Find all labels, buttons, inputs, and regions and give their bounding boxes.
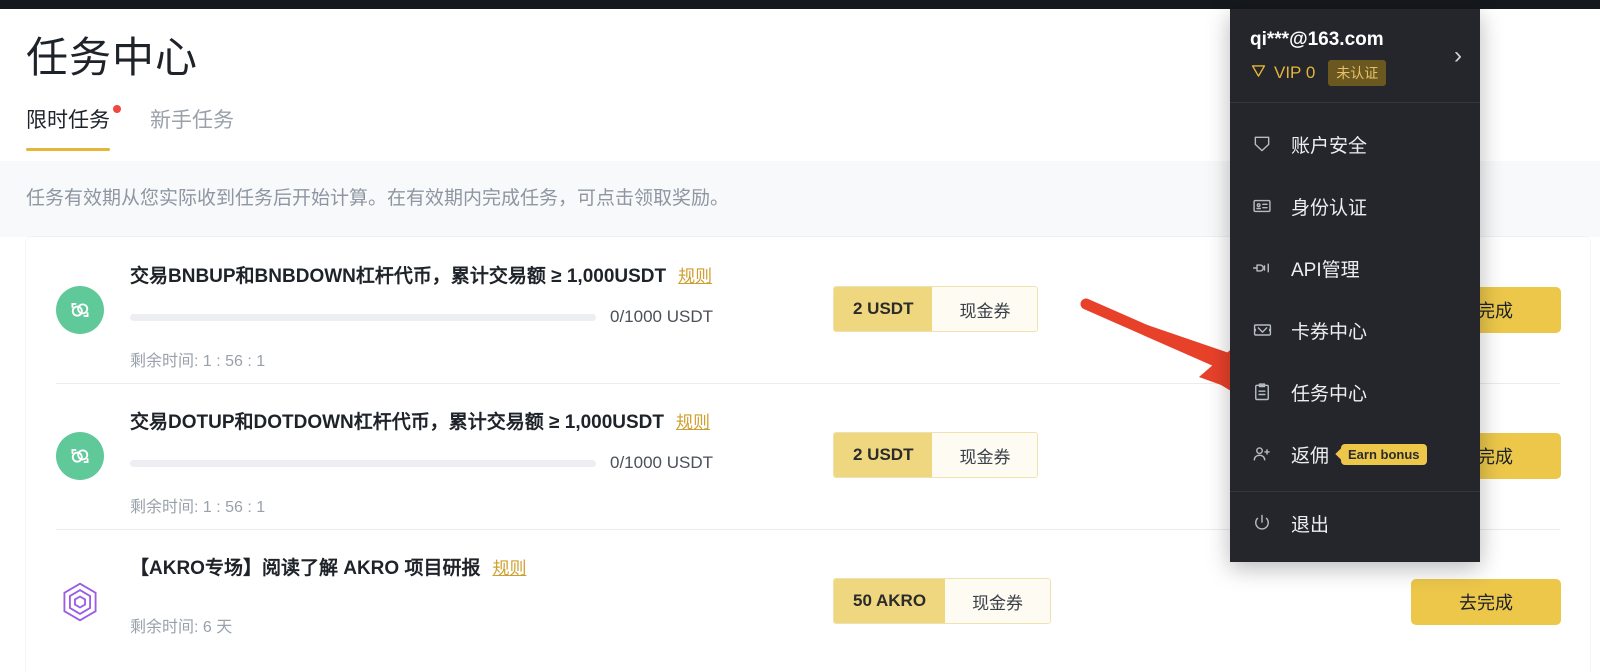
progress-track [130,313,596,321]
task-rule-link[interactable]: 规则 [678,267,712,286]
tab-new-badge-dot [113,105,121,113]
chevron-right-icon: › [1454,41,1462,69]
task-progress: 0/1000 USDT [130,307,713,327]
task-title: 交易BNBUP和BNBDOWN杠杆代币，累计交易额 ≥ 1,000USDT 规则 [130,264,712,290]
page-title: 任务中心 [26,34,199,81]
top-navbar-strip [0,0,1600,9]
menu-item-referral[interactable]: 返佣 Earn bonus [1230,423,1480,485]
menu-item-label: 返佣 [1291,445,1330,467]
task-title: 交易DOTUP和DOTDOWN杠杆代币，累计交易额 ≥ 1,000USDT 规则 [130,410,710,436]
tab-beginner-tasks[interactable]: 新手任务 [150,107,234,151]
task-action-button[interactable]: 去完成 [1411,579,1561,625]
task-remaining-time: 剩余时间: 1 : 56 : 1 [130,499,266,516]
account-menu-list: 账户安全 身份认证 API管理 卡券中心 任务中心 返佣 Earn bonus … [1230,103,1480,562]
menu-item-account-security[interactable]: 账户安全 [1230,113,1480,175]
account-dropdown-menu: qi***@163.com VIP 0 未认证 › 账户安全 身份认证 API管… [1230,9,1480,562]
reward-amount: 50 AKRO [834,579,946,623]
menu-item-api-management[interactable]: API管理 [1230,237,1480,299]
menu-item-task-center[interactable]: 任务中心 [1230,361,1480,423]
task-remaining-time: 剩余时间: 6 天 [130,619,233,636]
tab-label: 限时任务 [26,109,110,132]
earn-bonus-badge: Earn bonus [1341,443,1427,465]
task-center-page: 任务中心 限时任务 新手任务 任务有效期从您实际收到任务后开始计算。在有效期内完… [0,0,1600,672]
verification-status-badge: 未认证 [1328,60,1387,86]
power-icon [1250,511,1274,535]
reward-amount: 2 USDT [834,433,933,477]
reward-amount: 2 USDT [834,287,933,331]
task-title-text: 交易DOTUP和DOTDOWN杠杆代币，累计交易额 ≥ 1,000USDT [130,412,665,433]
menu-item-identity-verification[interactable]: 身份认证 [1230,175,1480,237]
task-rule-link[interactable]: 规则 [492,559,526,578]
leveraged-token-icon [56,286,104,334]
clipboard-icon [1250,380,1274,404]
diamond-icon [1250,64,1267,83]
task-tabs: 限时任务 新手任务 [26,105,274,151]
shield-icon [1250,132,1274,156]
account-summary-header[interactable]: qi***@163.com VIP 0 未认证 › [1230,9,1480,103]
account-email: qi***@163.com [1250,29,1384,50]
reward-kind: 现金券 [932,287,1038,331]
vip-level-label: VIP 0 [1274,63,1316,82]
menu-item-label: 卡券中心 [1291,321,1368,343]
menu-item-coupon-center[interactable]: 卡券中心 [1230,299,1480,361]
menu-item-label: 退出 [1291,514,1330,536]
task-title: 【AKRO专场】阅读了解 AKRO 项目研报 规则 [130,556,526,582]
task-reward-chip: 2 USDT 现金券 [833,432,1039,478]
menu-item-label: 身份认证 [1291,197,1368,219]
account-vip-row: VIP 0 未认证 [1250,60,1462,86]
tab-label: 新手任务 [150,109,234,132]
leveraged-token-icon [56,432,104,480]
api-plug-icon [1250,256,1274,280]
task-rule-link[interactable]: 规则 [676,413,710,432]
menu-item-label: API管理 [1291,259,1360,281]
task-reward-chip: 50 AKRO 现金券 [833,578,1052,624]
task-progress: 0/1000 USDT [130,453,713,473]
task-remaining-time: 剩余时间: 1 : 56 : 1 [130,353,266,370]
task-reward-chip: 2 USDT 现金券 [833,286,1039,332]
user-plus-icon [1250,442,1274,466]
menu-item-label: 任务中心 [1291,383,1368,405]
task-title-text: 【AKRO专场】阅读了解 AKRO 项目研报 [130,558,481,579]
tab-limited-time-tasks[interactable]: 限时任务 [26,105,121,151]
id-card-icon [1250,194,1274,218]
progress-track [130,459,596,467]
reward-kind: 现金券 [932,433,1038,477]
menu-item-label: 账户安全 [1291,135,1368,157]
task-title-text: 交易BNBUP和BNBDOWN杠杆代币，累计交易额 ≥ 1,000USDT [130,266,667,287]
akro-hexagon-icon [56,578,104,626]
reward-kind: 现金券 [945,579,1051,623]
menu-item-logout[interactable]: 退出 [1230,492,1480,554]
progress-label: 0/1000 USDT [610,307,713,326]
ticket-icon [1250,318,1274,342]
notice-text: 任务有效期从您实际收到任务后开始计算。在有效期内完成任务，可点击领取奖励。 [26,188,730,209]
progress-label: 0/1000 USDT [610,453,713,472]
